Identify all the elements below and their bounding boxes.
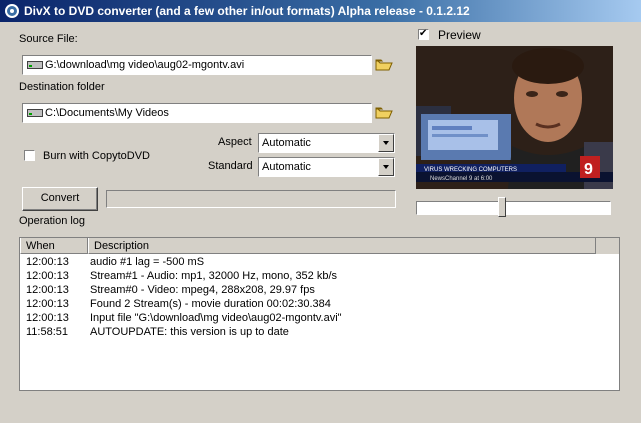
svg-text:NewsChannel 9 at 6:00: NewsChannel 9 at 6:00 xyxy=(430,176,493,182)
browse-source-folder-icon[interactable] xyxy=(375,57,393,73)
log-row[interactable]: 12:00:13 Found 2 Stream(s) - movie durati… xyxy=(20,298,619,312)
log-description: AUTOUPDATE: this version is up to date xyxy=(90,326,289,338)
preview-label: Preview xyxy=(438,28,481,42)
log-row[interactable]: 12:00:13 Input file "G:\download\mg video… xyxy=(20,312,619,326)
aspect-value: Automatic xyxy=(262,137,311,149)
video-frame-image: VIRUS WRECKING COMPUTERS NewsChannel 9 a… xyxy=(416,46,613,189)
slider-thumb[interactable] xyxy=(497,197,506,217)
drive-icon xyxy=(27,61,43,69)
conversion-progress-bar xyxy=(106,190,396,208)
preview-checkbox[interactable]: ✔ xyxy=(418,28,429,40)
column-header-description[interactable]: Description xyxy=(88,238,596,254)
convert-button[interactable]: Convert xyxy=(22,187,98,211)
window-title: DivX to DVD converter (and a few other i… xyxy=(24,4,470,18)
log-description: Stream#0 - Video: mpeg4, 288x208, 29.97 … xyxy=(90,284,315,296)
standard-dropdown-button[interactable] xyxy=(378,158,394,176)
log-description: Input file "G:\download\mg video\aug02-m… xyxy=(90,312,342,324)
source-file-value: G:\download\mg video\aug02-mgontv.avi xyxy=(45,59,245,71)
browse-destination-folder-icon[interactable] xyxy=(375,105,393,121)
log-time: 12:00:13 xyxy=(26,284,69,296)
column-header-when[interactable]: When xyxy=(20,238,88,254)
log-row[interactable]: 12:00:13 audio #1 lag = -500 mS xyxy=(20,256,619,270)
log-time: 12:00:13 xyxy=(26,270,69,282)
log-time: 11:58:51 xyxy=(26,326,69,338)
standard-select[interactable]: Automatic xyxy=(258,157,395,177)
log-time: 12:00:13 xyxy=(26,312,69,324)
log-row[interactable]: 12:00:13 Stream#1 - Audio: mp1, 32000 Hz,… xyxy=(20,270,619,284)
log-description: audio #1 lag = -500 mS xyxy=(90,256,205,268)
log-description: Stream#1 - Audio: mp1, 32000 Hz, mono, 3… xyxy=(90,270,338,282)
title-bar[interactable]: DivX to DVD converter (and a few other i… xyxy=(0,0,641,22)
check-icon: ✔ xyxy=(419,28,428,39)
destination-folder-value: C:\Documents\My Videos xyxy=(45,107,169,119)
destination-folder-label: Destination folder xyxy=(19,81,105,93)
operation-log-list[interactable]: When Description 12:00:13 audio #1 lag = … xyxy=(19,237,620,391)
log-row[interactable]: 12:00:13 Stream#0 - Video: mpeg4, 288x208… xyxy=(20,284,619,298)
log-time: 12:00:13 xyxy=(26,256,69,268)
source-file-label: Source File: xyxy=(19,33,78,45)
aspect-label: Aspect xyxy=(218,136,252,148)
burn-checkbox[interactable] xyxy=(24,150,35,161)
standard-label: Standard xyxy=(208,160,253,172)
svg-text:9: 9 xyxy=(584,161,593,178)
video-preview: VIRUS WRECKING COMPUTERS NewsChannel 9 a… xyxy=(416,46,613,189)
aspect-select[interactable]: Automatic xyxy=(258,133,395,153)
operation-log-label: Operation log xyxy=(19,215,86,227)
app-icon xyxy=(5,4,19,18)
app-window: DivX to DVD converter (and a few other i… xyxy=(0,0,641,423)
standard-value: Automatic xyxy=(262,161,311,173)
log-description: Found 2 Stream(s) - movie duration 00:02… xyxy=(90,298,331,310)
chevron-down-icon xyxy=(383,165,389,169)
log-row[interactable]: 11:58:51 AUTOUPDATE: this version is up t… xyxy=(20,326,619,340)
log-time: 12:00:13 xyxy=(26,298,69,310)
chevron-down-icon xyxy=(383,141,389,145)
destination-folder-input[interactable]: C:\Documents\My Videos xyxy=(22,103,372,123)
log-header: When Description xyxy=(20,238,619,254)
source-file-input[interactable]: G:\download\mg video\aug02-mgontv.avi xyxy=(22,55,372,75)
burn-checkbox-label: Burn with CopytoDVD xyxy=(43,150,150,162)
aspect-dropdown-button[interactable] xyxy=(378,134,394,152)
drive-icon xyxy=(27,109,43,117)
preview-position-slider[interactable] xyxy=(416,201,611,215)
